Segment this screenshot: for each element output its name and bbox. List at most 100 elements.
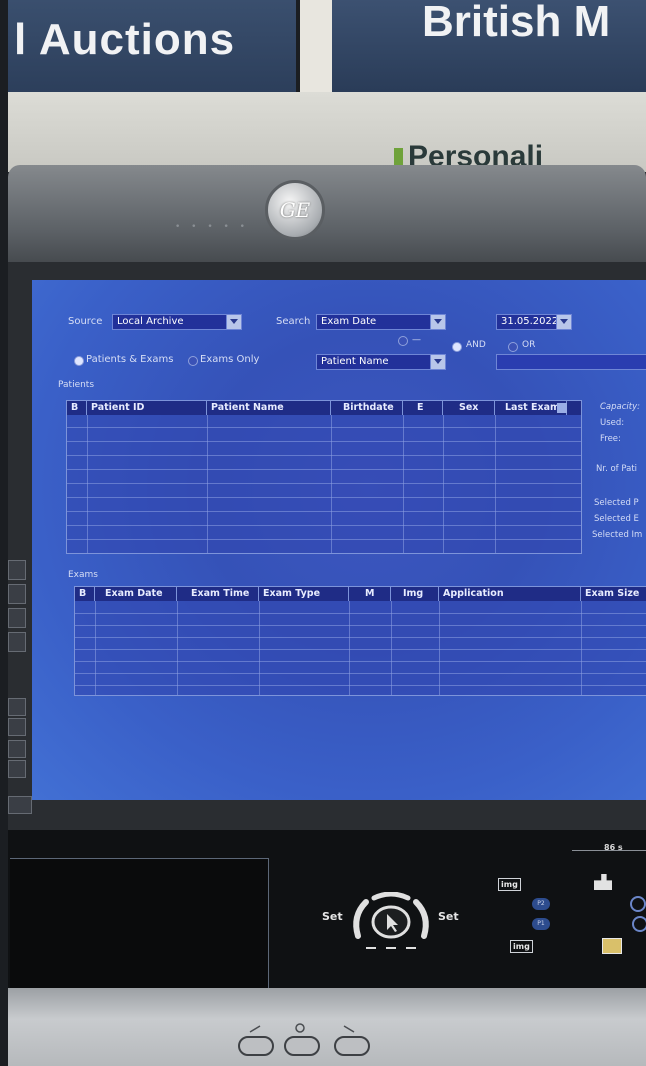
col-header-exam-size[interactable]: Exam Size <box>581 587 646 601</box>
selected-images-label: Selected Im <box>592 530 643 540</box>
patients-table[interactable]: B Patient ID Patient Name Birthdate E Se… <box>66 400 582 554</box>
brightness-down-button[interactable] <box>238 1036 274 1056</box>
monitor-bezel-top <box>8 165 646 275</box>
patients-table-header: B Patient ID Patient Name Birthdate E Se… <box>67 401 581 415</box>
set-right-label: Set <box>438 910 459 923</box>
date-picker[interactable]: 31.05.2022 <box>496 314 572 330</box>
console-display-panel <box>10 858 269 989</box>
set-left-label: Set <box>322 910 343 923</box>
ge-logo-text: GE <box>279 198 311 222</box>
banner-left-text: l Auctions <box>14 15 236 64</box>
side-hardware-button[interactable] <box>8 796 32 814</box>
trackball-icon[interactable] <box>344 892 438 952</box>
source-label: Source <box>68 316 103 327</box>
calendar-dropdown-icon[interactable] <box>556 315 571 329</box>
and-radio[interactable] <box>452 342 462 352</box>
second-search-value: Patient Name <box>321 356 389 367</box>
search-label: Search <box>276 316 311 327</box>
col-header-patient-name[interactable]: Patient Name <box>207 401 331 415</box>
table-row[interactable] <box>67 427 581 428</box>
second-search-dropdown[interactable]: Patient Name <box>316 354 446 370</box>
img-icon[interactable]: img <box>498 878 521 891</box>
patients-exams-radio[interactable] <box>74 356 84 366</box>
search-field-dropdown[interactable]: Exam Date <box>316 314 446 330</box>
search-text-input[interactable] <box>496 354 646 370</box>
selected-patients-label: Selected P <box>594 498 639 508</box>
img-icon[interactable]: img <box>510 940 533 953</box>
or-radio-label: OR <box>522 340 536 350</box>
dash-radio[interactable] <box>398 336 408 346</box>
table-row[interactable] <box>75 625 646 626</box>
table-row[interactable] <box>75 673 646 674</box>
or-radio[interactable] <box>508 342 518 352</box>
col-header-exam-time[interactable]: Exam Time <box>177 587 259 601</box>
side-hardware-button[interactable] <box>8 740 26 758</box>
banner-right-text: British M <box>422 0 611 46</box>
and-radio-label: AND <box>466 340 486 350</box>
p1-button[interactable]: P1 <box>532 918 550 930</box>
table-row[interactable] <box>67 525 581 526</box>
table-row[interactable] <box>67 469 581 470</box>
used-label: Used: <box>600 418 625 428</box>
exams-table[interactable]: B Exam Date Exam Time Exam Type M Img Ap… <box>74 586 646 696</box>
hardware-button-glyphs <box>249 1023 355 1033</box>
date-value: 31.05.2022 <box>501 316 559 327</box>
side-hardware-button[interactable] <box>8 718 26 736</box>
col-header-img[interactable]: Img <box>391 587 439 601</box>
search-field-value: Exam Date <box>321 316 377 327</box>
col-header-birthdate[interactable]: Birthdate <box>331 401 403 415</box>
side-hardware-button[interactable] <box>8 560 26 580</box>
col-header-b[interactable]: B <box>75 587 95 601</box>
table-row[interactable] <box>67 483 581 484</box>
sort-arrow-icon[interactable] <box>557 403 567 413</box>
col-header-e[interactable]: E <box>403 401 443 415</box>
col-header-exam-date[interactable]: Exam Date <box>95 587 177 601</box>
knob-icon[interactable] <box>632 916 646 932</box>
p2-button[interactable]: P2 <box>532 898 550 910</box>
col-header-sex[interactable]: Sex <box>443 401 495 415</box>
power-button[interactable] <box>284 1036 320 1056</box>
source-dropdown[interactable]: Local Archive <box>112 314 242 330</box>
table-row[interactable] <box>75 661 646 662</box>
table-row[interactable] <box>75 613 646 614</box>
brightness-up-button[interactable] <box>334 1036 370 1056</box>
table-row[interactable] <box>67 497 581 498</box>
readout-value: 86 s <box>604 843 623 852</box>
table-row[interactable] <box>75 637 646 638</box>
side-hardware-button[interactable] <box>8 608 26 628</box>
exams-only-label: Exams Only <box>200 354 260 365</box>
ge-logo-icon: GE <box>265 180 325 240</box>
chevron-down-icon[interactable] <box>226 315 241 329</box>
col-header-application[interactable]: Application <box>439 587 581 601</box>
selected-exams-label: Selected E <box>594 514 639 524</box>
table-row[interactable] <box>67 455 581 456</box>
free-label: Free: <box>600 434 621 444</box>
nr-patients-label: Nr. of Pati <box>596 464 638 474</box>
bezel-indicator-dots: • • • • • <box>175 222 249 232</box>
patients-section-label: Patients <box>58 380 95 390</box>
table-row[interactable] <box>75 649 646 650</box>
patients-exams-label: Patients & Exams <box>86 354 174 365</box>
table-row[interactable] <box>75 685 646 686</box>
chevron-down-icon[interactable] <box>430 315 445 329</box>
auction-banner-right: British M <box>332 0 646 92</box>
side-hardware-button[interactable] <box>8 632 26 652</box>
table-row[interactable] <box>67 511 581 512</box>
col-header-m[interactable]: M <box>349 587 391 601</box>
table-row[interactable] <box>67 441 581 442</box>
storage-icon[interactable] <box>602 938 622 954</box>
side-hardware-button[interactable] <box>8 698 26 716</box>
capacity-label: Capacity: <box>600 402 641 412</box>
col-header-b[interactable]: B <box>67 401 87 415</box>
exams-section-label: Exams <box>68 570 98 580</box>
exams-only-radio[interactable] <box>188 356 198 366</box>
col-header-exam-type[interactable]: Exam Type <box>259 587 349 601</box>
knob-icon[interactable] <box>630 896 646 912</box>
col-header-patient-id[interactable]: Patient ID <box>87 401 207 415</box>
chevron-down-icon[interactable] <box>430 355 445 369</box>
table-row[interactable] <box>67 539 581 540</box>
side-hardware-button[interactable] <box>8 760 26 778</box>
archive-screen: Source Local Archive Search Exam Date 31… <box>32 280 646 800</box>
exams-table-header: B Exam Date Exam Time Exam Type M Img Ap… <box>75 587 646 601</box>
side-hardware-button[interactable] <box>8 584 26 604</box>
